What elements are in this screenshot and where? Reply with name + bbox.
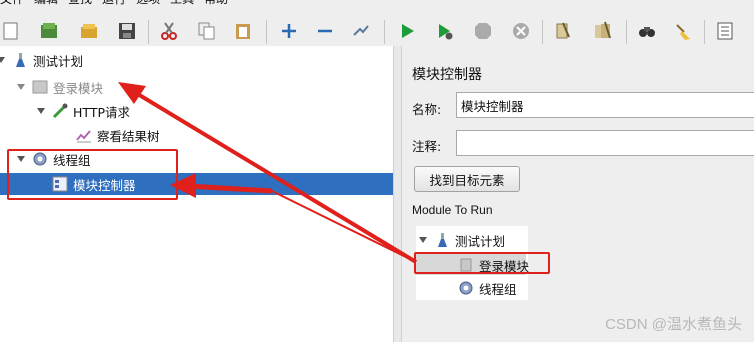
- toggle-icon[interactable]: [350, 20, 372, 42]
- tree-label: HTTP请求: [73, 104, 130, 120]
- reset-search-icon[interactable]: [672, 20, 694, 42]
- flask-icon: [434, 232, 450, 248]
- templates-icon[interactable]: [38, 20, 60, 42]
- menu-tools[interactable]: 工具: [170, 0, 194, 6]
- new-icon[interactable]: [0, 20, 22, 42]
- tree-label: 登录模块: [53, 80, 104, 96]
- stop-icon[interactable]: [472, 20, 494, 42]
- open-icon[interactable]: [78, 20, 100, 42]
- pipette-icon: [52, 103, 68, 119]
- clear-icon[interactable]: [552, 20, 574, 42]
- tree-node-login-module[interactable]: 登录模块: [16, 76, 103, 98]
- paste-icon[interactable]: [232, 20, 254, 42]
- tree-label: 察看结果树: [97, 128, 160, 144]
- chevron-down-icon[interactable]: [0, 55, 6, 65]
- subtree-label: 测试计划: [455, 233, 506, 249]
- chevron-down-icon[interactable]: [418, 235, 428, 245]
- tree-node-test-plan[interactable]: 测试计划: [0, 49, 83, 71]
- watermark: CSDN @温水煮鱼头: [605, 316, 742, 333]
- function-helper-icon[interactable]: [714, 20, 736, 42]
- start-icon[interactable]: [396, 20, 418, 42]
- chevron-down-icon[interactable]: [36, 106, 46, 116]
- panel-title: 模块控制器: [412, 67, 482, 83]
- tree-node-http-request[interactable]: HTTP请求: [36, 100, 130, 122]
- module-controller-panel: 模块控制器 名称: 注释: 找到目标元素 Module To Run 测试计划 …: [402, 46, 754, 342]
- menu-search[interactable]: 查找: [68, 0, 92, 6]
- module-to-run-label: Module To Run: [412, 203, 493, 217]
- find-target-button[interactable]: 找到目标元素: [414, 166, 520, 192]
- shutdown-icon[interactable]: [510, 20, 532, 42]
- collapse-icon[interactable]: [314, 20, 336, 42]
- graph-icon: [76, 127, 92, 143]
- start-no-pause-icon[interactable]: [434, 20, 456, 42]
- expand-icon[interactable]: [278, 20, 300, 42]
- flask-icon: [12, 52, 28, 68]
- menu-help[interactable]: 帮助: [204, 0, 228, 6]
- menu-run[interactable]: 运行: [102, 0, 126, 6]
- clear-all-icon[interactable]: [592, 20, 614, 42]
- comment-label: 注释:: [412, 139, 442, 154]
- subtree-node-thread-group[interactable]: 线程组: [458, 277, 517, 299]
- simple-controller-icon: [32, 79, 48, 95]
- copy-icon[interactable]: [196, 20, 218, 42]
- annotation-box-login-module: [414, 252, 550, 274]
- subtree-node-test-plan[interactable]: 测试计划: [418, 229, 505, 251]
- split-pane-divider[interactable]: [393, 46, 402, 342]
- subtree-label: 线程组: [479, 281, 517, 297]
- gear-icon: [458, 280, 474, 296]
- comment-input[interactable]: [456, 130, 754, 156]
- search-icon[interactable]: [636, 20, 658, 42]
- save-icon[interactable]: [116, 20, 138, 42]
- annotation-box-thread-group: [7, 149, 178, 200]
- menu-options[interactable]: 选项: [136, 0, 160, 6]
- name-input[interactable]: [456, 92, 754, 118]
- tree-label: 测试计划: [33, 53, 84, 69]
- menu-file[interactable]: 文件: [0, 0, 24, 6]
- cut-icon[interactable]: [158, 20, 180, 42]
- tree-node-result-tree[interactable]: 察看结果树: [76, 124, 160, 146]
- chevron-down-icon[interactable]: [16, 82, 26, 92]
- menu-bar: 文件 编辑 查找 运行 选项 工具 帮助: [0, 0, 754, 6]
- name-label: 名称:: [412, 102, 442, 117]
- menu-edit[interactable]: 编辑: [34, 0, 58, 6]
